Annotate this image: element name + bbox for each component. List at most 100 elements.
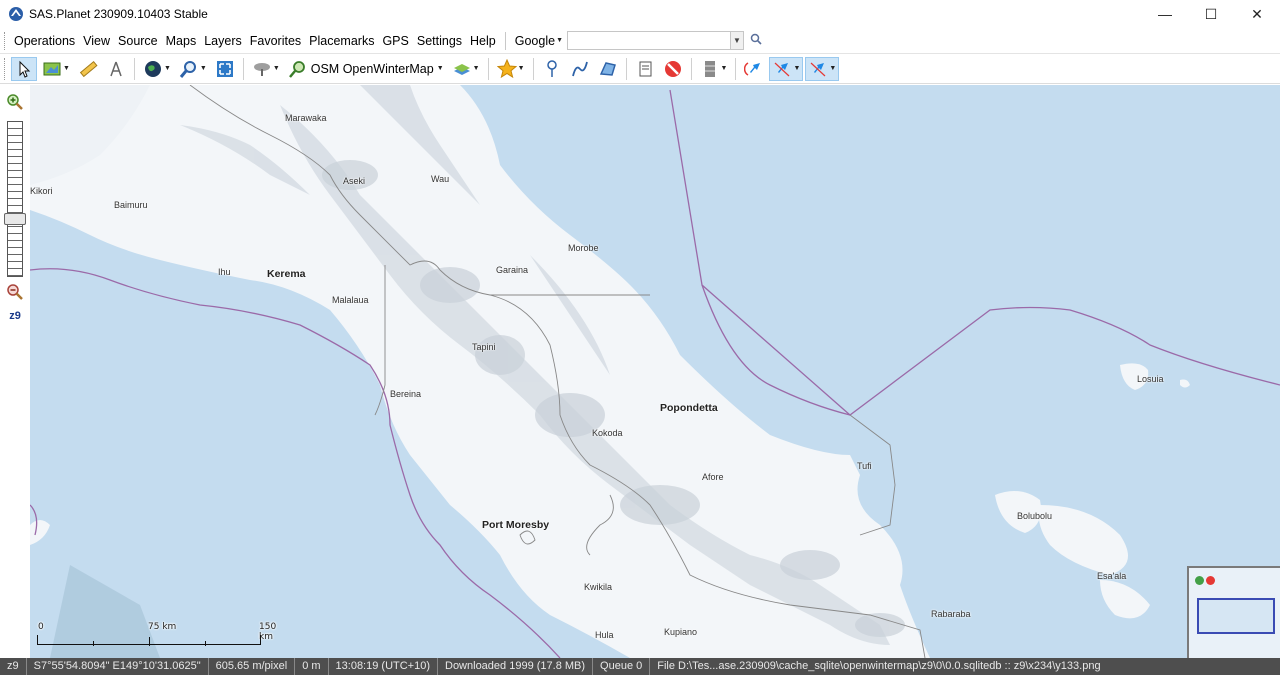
add-placemark-button[interactable] [539, 57, 565, 81]
compass-drawing-icon [110, 61, 122, 76]
toolbar-separator [532, 57, 534, 80]
place-label: Marawaka [285, 113, 327, 123]
place-label: Popondetta [660, 402, 718, 414]
gps-track-button[interactable]: ▼ [769, 56, 804, 81]
cursor-arrow-icon [19, 60, 31, 78]
zoom-in-icon[interactable] [6, 93, 24, 111]
search-engine-label: Google [514, 33, 556, 48]
menu-layers[interactable]: Layers [200, 28, 246, 54]
scale-tick [149, 637, 150, 646]
scale-zero-label: 0 [38, 622, 44, 632]
toolbar-separator [242, 57, 244, 80]
status-downloaded: Downloaded 1999 (17.8 MB) [438, 658, 594, 675]
move-cursor-button[interactable] [11, 56, 37, 81]
no-entry-icon [664, 60, 681, 77]
gps-center-button[interactable]: ▼ [805, 56, 840, 81]
ruler-button[interactable] [75, 57, 101, 81]
menu-settings[interactable]: Settings [413, 28, 466, 54]
zoom-level-label: z9 [9, 310, 21, 322]
menu-bar: Operations View Source Maps Layers Favor… [0, 28, 1280, 54]
search-input[interactable] [567, 31, 731, 50]
place-label: Wau [431, 174, 450, 184]
map-view[interactable]: Marawaka Aseki Wau Kikori Baimuru Morobe… [30, 85, 1280, 658]
toolbar-grip[interactable] [4, 57, 7, 80]
path-icon [571, 61, 588, 76]
place-label: Kerema [267, 268, 306, 280]
search-history-dropdown[interactable]: ▼ [731, 31, 744, 50]
place-label: Bereina [390, 389, 422, 399]
maximize-button[interactable]: ☐ [1188, 0, 1234, 28]
place-label: Losuia [1137, 374, 1164, 384]
calc-line-button[interactable] [103, 57, 129, 81]
polygon-icon [599, 61, 616, 76]
status-zoom: z9 [0, 658, 27, 675]
island-small [1180, 379, 1190, 388]
menu-grip[interactable] [4, 31, 7, 50]
menu-placemarks[interactable]: Placemarks [305, 28, 378, 54]
toolbar-separator [487, 57, 489, 80]
place-label: Kokoda [592, 428, 623, 438]
map-source-button[interactable]: ▼ [249, 57, 283, 81]
menu-operations[interactable]: Operations [10, 28, 79, 54]
favorites-button[interactable]: ▼ [494, 57, 528, 81]
status-altitude: 0 m [295, 658, 329, 675]
search-icon[interactable] [750, 33, 762, 48]
minimap-viewport[interactable] [1197, 598, 1275, 634]
star-icon [496, 58, 517, 78]
add-polygon-button[interactable] [595, 57, 621, 81]
place-label: Malalaua [332, 295, 369, 305]
minimap-zoom-out-icon[interactable] [1206, 576, 1215, 585]
scale-tick [205, 641, 206, 646]
menu-favorites[interactable]: Favorites [246, 28, 305, 54]
map-pin-icon [546, 59, 557, 77]
zoom-out-icon[interactable] [6, 283, 24, 301]
status-bar: z9 S7°55'54.8094" E149°10'31.0625" 605.6… [0, 658, 1280, 675]
minimap-zoom-in-icon[interactable] [1195, 576, 1204, 585]
minimize-button[interactable]: — [1142, 0, 1188, 28]
close-button[interactable]: ✕ [1234, 0, 1280, 28]
menu-maps[interactable]: Maps [162, 28, 201, 54]
fullscreen-button[interactable] [212, 57, 238, 81]
toolbar-separator [625, 57, 627, 80]
placemark-manager-button[interactable] [632, 57, 658, 81]
place-label: Bolubolu [1017, 511, 1053, 521]
globe-button[interactable]: ▼ [140, 57, 174, 81]
window-title: SAS.Planet 230909.10403 Stable [29, 7, 208, 21]
gps-center-icon [810, 62, 826, 76]
place-label: Kikori [30, 186, 53, 196]
place-label: Port Moresby [482, 519, 550, 531]
search-engine-select[interactable]: Google ▼ [511, 34, 567, 48]
menu-help[interactable]: Help [466, 28, 500, 54]
island-fergusson [1038, 505, 1128, 575]
cache-button[interactable]: ▼ [697, 57, 731, 81]
zoom-slider-thumb[interactable] [4, 213, 26, 225]
sasplanet-app-icon [9, 7, 23, 21]
hide-placemarks-button[interactable] [660, 57, 686, 81]
mini-map[interactable] [1187, 566, 1280, 658]
layers-button[interactable]: ▼ [449, 57, 483, 81]
layers-icon [453, 63, 470, 75]
place-label: Tufi [857, 461, 872, 471]
place-label: Afore [702, 472, 724, 482]
select-area-button[interactable]: ▼ [39, 57, 73, 81]
menu-gps[interactable]: GPS [378, 28, 412, 54]
zoom-tool-button[interactable]: ▼ [176, 57, 210, 81]
status-file-path: File D:\Tes...ase.230909\cache_sqlite\op… [657, 660, 1101, 672]
toolbar-separator [690, 57, 692, 80]
gps-connect-button[interactable] [741, 57, 767, 81]
notes-icon [639, 61, 652, 76]
status-coordinates: S7°55'54.8094" E149°10'31.0625" [27, 658, 209, 675]
scale-tick [93, 641, 94, 646]
map-type-button[interactable]: OSM OpenWinterMap ▼ [285, 57, 447, 81]
land-southcoast [30, 520, 50, 545]
toolbar-separator [735, 57, 737, 80]
place-label: Aseki [343, 176, 366, 186]
current-map-label: OSM OpenWinterMap [310, 61, 434, 76]
menu-source[interactable]: Source [114, 28, 162, 54]
zoom-slider-track[interactable] [7, 121, 23, 277]
place-label: Esa'ala [1097, 571, 1127, 581]
scale-end-label: 150 km [259, 622, 277, 642]
menu-view[interactable]: View [79, 28, 114, 54]
ruler-icon [79, 60, 98, 77]
add-path-button[interactable] [567, 57, 593, 81]
